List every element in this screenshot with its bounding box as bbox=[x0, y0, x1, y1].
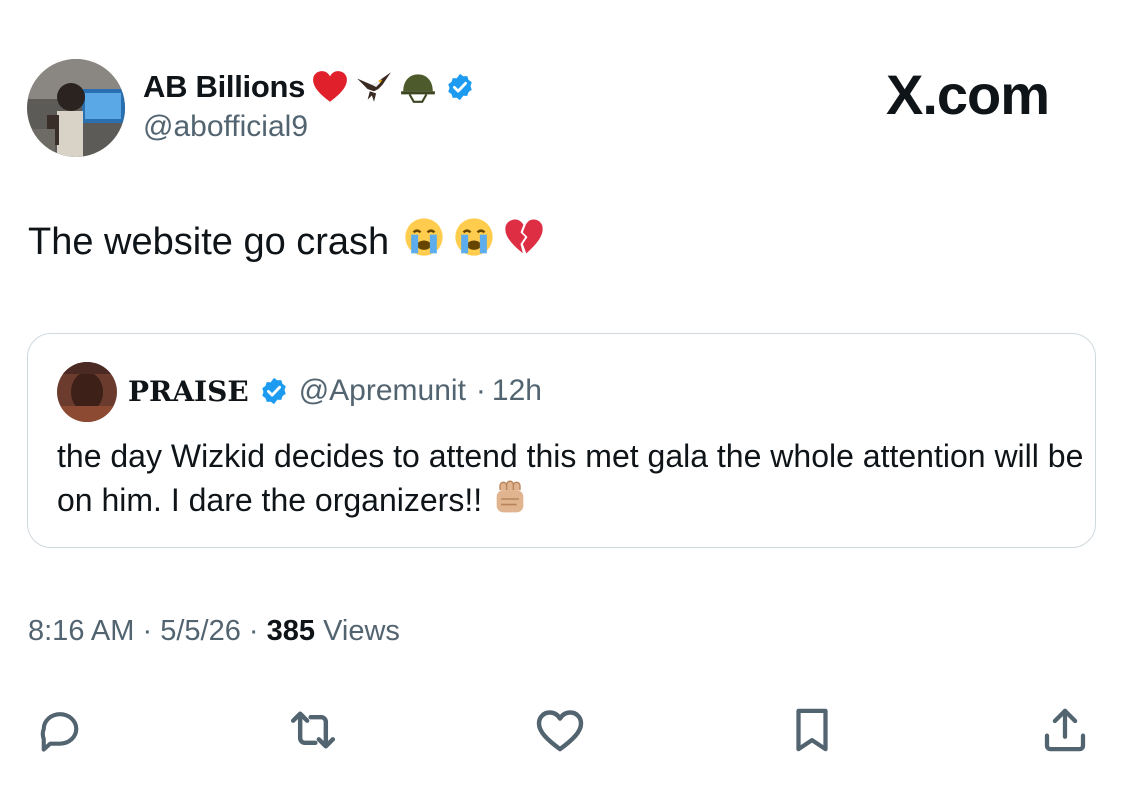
views-count: 385 bbox=[266, 615, 316, 647]
tweet-meta: 8:16 AM · 5/5/26 · 385 Views bbox=[28, 615, 400, 648]
author-avatar[interactable] bbox=[27, 59, 125, 157]
quoted-text-content: the day Wizkid decides to attend this me… bbox=[57, 438, 1084, 518]
tweet-text-content: The website go crash bbox=[28, 220, 390, 263]
tweet-date[interactable]: 5/5/26 bbox=[160, 615, 241, 647]
loudly-crying-face-icon bbox=[453, 216, 495, 268]
retweet-button[interactable] bbox=[283, 700, 343, 760]
tweet-time[interactable]: 8:16 AM bbox=[28, 615, 134, 647]
author-display-name[interactable]: AB Billions bbox=[143, 69, 305, 105]
quoted-separator: · bbox=[475, 374, 486, 407]
tweet-text: The website go crash bbox=[28, 216, 545, 268]
author-handle[interactable]: @abofficial9 bbox=[143, 110, 308, 144]
loudly-crying-face-icon bbox=[403, 216, 445, 268]
meta-separator: · bbox=[248, 615, 259, 647]
red-heart-icon bbox=[311, 68, 349, 106]
quoted-age[interactable]: 12h bbox=[492, 374, 542, 408]
bookmark-button[interactable] bbox=[782, 700, 842, 760]
quoted-text: the day Wizkid decides to attend this me… bbox=[57, 434, 1087, 522]
like-button[interactable] bbox=[530, 700, 590, 760]
bookmark-icon bbox=[796, 708, 828, 752]
reply-button[interactable] bbox=[30, 700, 90, 760]
quoted-author-avatar[interactable] bbox=[57, 362, 117, 422]
retweet-icon bbox=[290, 711, 336, 749]
verified-badge-icon bbox=[445, 72, 475, 102]
eagle-icon bbox=[355, 68, 393, 106]
views-label: Views bbox=[323, 615, 400, 647]
share-icon bbox=[1044, 708, 1086, 752]
quoted-tweet-card[interactable]: PRAISE @Apremunit · 12h the day Wizkid d… bbox=[27, 333, 1096, 548]
military-helmet-icon bbox=[399, 68, 437, 106]
reply-icon bbox=[40, 712, 79, 752]
author-name-row: AB Billions bbox=[143, 64, 475, 110]
meta-separator: · bbox=[142, 615, 153, 647]
verified-badge-icon bbox=[259, 376, 289, 406]
quoted-display-name[interactable]: PRAISE bbox=[128, 375, 249, 408]
like-icon bbox=[536, 710, 584, 752]
share-button[interactable] bbox=[1035, 700, 1095, 760]
broken-heart-icon bbox=[503, 216, 545, 268]
oncoming-fist-icon bbox=[490, 479, 530, 519]
quoted-handle[interactable]: @Apremunit bbox=[299, 374, 466, 408]
quoted-header: PRAISE @Apremunit · 12h bbox=[128, 368, 542, 414]
brand-watermark: X.com bbox=[886, 63, 1050, 126]
